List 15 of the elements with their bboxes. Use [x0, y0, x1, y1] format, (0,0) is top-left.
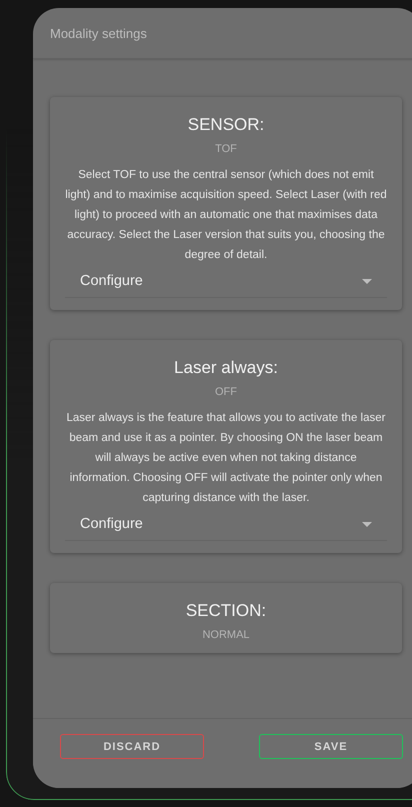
setting-title: SECTION: [186, 601, 266, 621]
caret-icon [362, 278, 372, 284]
setting-description: Select TOF to use the central sensor (which does not emit light) and to maximise acquisition speed. Select Laser (with red light) to proceed with an automatic one that maximises data accuracy. Select the Laser version that suits you, choosing the degree of detail. [65, 168, 387, 263]
setting-description: Laser always is the feature that allows you to activate the laser beam and use it as a pointer. By choosing ON the laser beam will always be active even when not taking distance information. Choosing OFF will activate the pointer only when capturing distance with the laser. [66, 411, 386, 506]
setting-title: Laser always: [174, 358, 278, 378]
configure-select[interactable]: Configure [65, 510, 387, 541]
setting-value: NORMAL [202, 629, 250, 641]
discard-button[interactable]: DISCARD [60, 734, 204, 759]
caret-icon [362, 522, 372, 526]
setting-title: SENSOR: [188, 115, 264, 135]
save-button[interactable]: SAVE [259, 734, 403, 759]
setting-value: OFF [215, 386, 237, 398]
configure-select[interactable]: Configure [65, 267, 387, 298]
setting-value: TOF [215, 143, 237, 155]
dialog-title: Modality settings [50, 26, 148, 41]
